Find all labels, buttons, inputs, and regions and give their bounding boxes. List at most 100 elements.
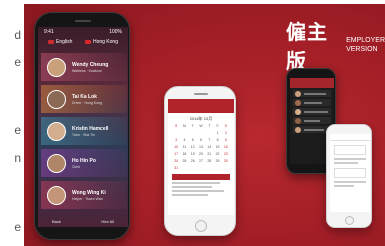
calendar-day[interactable]: 19 [189,152,197,157]
calendar-day[interactable]: T [205,124,213,129]
hire-button[interactable]: Hire All [101,219,114,224]
candidate-row[interactable]: Wong Wing Ki Helper · Tsuen Wan [41,181,127,209]
calendar-day[interactable]: 6 [197,138,205,143]
article-text-fragment: n [14,151,21,165]
app-header [330,134,370,141]
calendar-day[interactable]: 27 [197,159,205,164]
calendar-day[interactable]: 8 [213,138,221,143]
language-bar: English Hong Kong [38,39,128,45]
phone-candidate-list: 9:41 100% English Hong Kong Wendy Cheung… [34,12,130,240]
calendar-day[interactable]: 14 [205,145,213,150]
calendar-day[interactable]: 21 [205,152,213,157]
avatar [47,185,66,205]
schedule-header [172,174,230,180]
calendar-day[interactable]: 18 [180,152,188,157]
calendar-day[interactable]: 16 [222,145,230,150]
calendar-day[interactable]: 20 [197,152,205,157]
calendar-day[interactable]: 4 [180,138,188,143]
schedule-line [172,194,208,196]
calendar-day[interactable]: S [222,124,230,129]
avatar [295,126,301,133]
list-item[interactable] [293,117,331,124]
calendar-day [197,131,205,136]
avatar [295,108,301,115]
calendar-day[interactable]: 26 [189,159,197,164]
schedule-line [172,190,224,192]
calendar-day[interactable]: 1 [213,131,221,136]
phone-speaker [75,20,91,22]
calendar-day[interactable]: F [213,124,221,129]
calendar-day[interactable]: 2 [222,131,230,136]
calendar-day[interactable]: 7 [205,138,213,143]
calendar-month: 2016年 10月 [189,116,213,121]
calendar-grid[interactable]: S M T W T F S 1 2 3 4 5 6 7 8 9 10 11 12 13 14 15 16 17 18 19 20 21… [172,124,230,171]
language-label: Hong Kong [92,39,118,45]
candidate-name: Wong Wing Ki [72,189,106,196]
card[interactable] [334,168,366,178]
phone-calendar: 2016年 10月 S M T W T F S 1 2 3 4 5 6 7 8 9 10 11 12 13 14 15 16… [164,86,236,236]
calendar-day[interactable]: 25 [180,159,188,164]
card[interactable] [334,145,366,155]
phone-small-white [326,124,372,228]
calendar-day[interactable]: 10 [172,145,180,150]
calendar-day[interactable]: 22 [213,152,221,157]
avatar [295,117,301,124]
brand-title-cn: 僱主版 [286,20,328,73]
list-item[interactable] [293,99,331,106]
calendar-day[interactable]: M [180,124,188,129]
calendar-day[interactable]: 23 [222,152,230,157]
app-header [290,78,334,88]
text-line [304,119,320,122]
calendar-day[interactable]: 24 [172,159,180,164]
article-text-fragment: e [14,123,21,137]
bottom-actions: Back Hire All [38,219,128,224]
home-button[interactable] [345,216,354,225]
back-button[interactable]: Back [52,219,61,224]
language-english[interactable]: English [48,39,72,45]
calendar-day[interactable]: 28 [205,159,213,164]
calendar-day[interactable]: 3 [172,138,180,143]
calendar-day[interactable]: 29 [213,159,221,164]
calendar-day[interactable]: 5 [189,138,197,143]
calendar-day[interactable]: 15 [213,145,221,150]
calendar-day[interactable]: 9 [222,138,230,143]
candidate-row[interactable]: Tai Ka Lok Driver · Hong Kong [41,85,127,113]
calendar-day[interactable]: T [189,124,197,129]
text-line [334,158,366,160]
calendar-day[interactable]: 11 [180,145,188,150]
flag-icon [84,40,91,44]
calendar-day[interactable]: 30 [222,159,230,164]
text-line [304,92,326,95]
list-item[interactable] [293,108,331,115]
avatar [47,89,66,109]
candidate-name: Kristin Hamcell [72,125,109,132]
phone-screen [330,134,370,212]
avatar [47,153,66,173]
avatar [295,90,301,97]
candidate-subtitle: Waitress · Kowloon [72,68,103,73]
text-line [304,128,324,131]
candidate-subtitle: Helper · Tsuen Wan [72,196,103,201]
text-line [334,181,366,183]
candidate-row[interactable]: Kristin Hamcell Tutor · Sha Tin [41,117,127,145]
avatar [295,99,301,106]
language-hong-kong[interactable]: Hong Kong [84,39,118,45]
status-time: 9:41 [44,29,54,35]
status-bar: 9:41 100% [38,27,128,37]
calendar-day[interactable]: 12 [189,145,197,150]
calendar-day[interactable]: 17 [172,152,180,157]
calendar-day[interactable]: W [197,124,205,129]
home-button[interactable] [195,220,207,232]
language-label: English [56,39,73,45]
candidate-subtitle: Driver · Hong Kong [72,100,102,105]
candidate-row[interactable]: Ho Hin Po Clerk [41,149,127,177]
calendar-day[interactable]: 31 [172,166,180,171]
text-line [304,110,328,113]
calendar-day[interactable]: 13 [197,145,205,150]
text-line [334,185,354,187]
phone-speaker [194,93,208,95]
avatar [47,121,66,141]
candidate-row[interactable]: Wendy Cheung Waitress · Kowloon [41,53,127,81]
calendar-day[interactable]: S [172,124,180,129]
list-item[interactable] [293,90,331,97]
